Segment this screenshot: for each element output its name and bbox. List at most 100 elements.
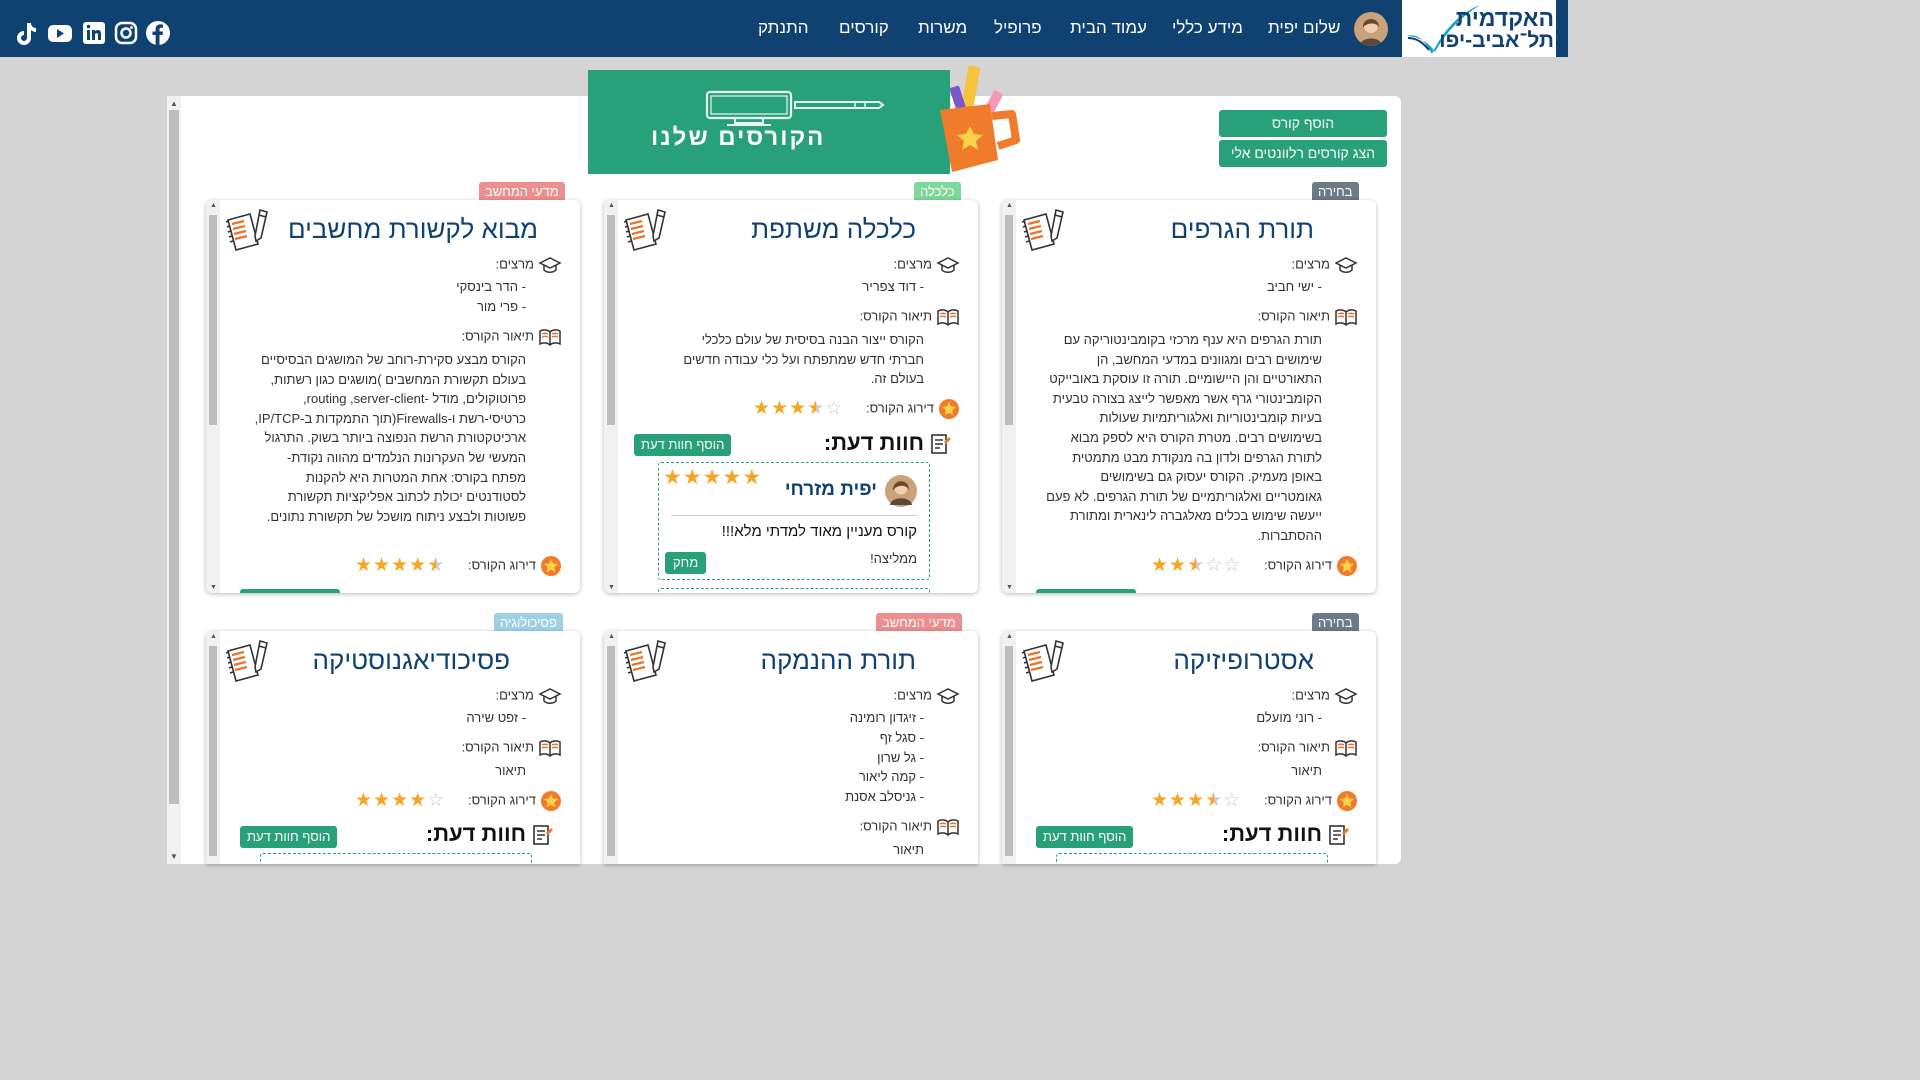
course-title: מבוא לקשורת מחשבים — [288, 214, 538, 244]
card-scrollbar-thumb[interactable] — [607, 646, 615, 856]
add-course-button[interactable]: הוסף קורס — [1219, 110, 1387, 137]
star-icon: ☆ — [427, 790, 446, 811]
lecturers-label: מרצים: — [1291, 256, 1330, 272]
card-scrollbar[interactable]: ▲ — [206, 631, 220, 864]
lecturers-label-row: מרצים: — [1291, 255, 1358, 275]
pencil-cup-icon — [940, 65, 1020, 172]
scroll-up-arrow-icon[interactable]: ▲ — [1006, 633, 1013, 640]
add-opinion-button[interactable]: הוסף חוות דעת — [1036, 826, 1134, 848]
card-scrollbar-thumb[interactable] — [607, 215, 615, 425]
opinion-card — [260, 853, 532, 864]
star-icon: ★ — [1169, 555, 1188, 576]
open-book-icon — [1335, 740, 1357, 758]
scroll-down-arrow-icon[interactable]: ▼ — [608, 584, 615, 591]
nav-home[interactable]: עמוד הבית — [1070, 18, 1147, 38]
card-scrollbar[interactable]: ▲ — [1002, 631, 1016, 864]
tiktok-icon[interactable] — [13, 20, 39, 46]
lecturers-label: מרצים: — [893, 687, 932, 703]
star-icon: ☆ — [1223, 555, 1242, 576]
rating-label: דירוג הקורס: — [866, 400, 934, 416]
instagram-icon[interactable] — [113, 20, 139, 46]
panel-scrollbar[interactable]: ▲ ▼ — [167, 96, 181, 864]
add-opinion-button[interactable]: הוסף חוות דעת — [240, 826, 338, 848]
reviewer-avatar — [885, 475, 917, 507]
star-icon: ★ — [391, 555, 410, 576]
card-scrollbar[interactable]: ▲ ▼ — [604, 200, 618, 593]
course-title: תורת הגרפים — [1170, 214, 1314, 244]
opinions-label: חוות דעת: — [823, 430, 924, 455]
card-scrollbar-thumb[interactable] — [209, 215, 217, 425]
star-icon: ★ — [355, 555, 374, 576]
scroll-down-arrow-icon[interactable]: ▼ — [210, 584, 217, 591]
facebook-icon[interactable] — [145, 20, 171, 46]
lecturers-label: מרצים: — [495, 256, 534, 272]
star-icon: ★ — [355, 790, 374, 811]
graduation-cap-icon — [538, 688, 562, 704]
add-opinion-button-peek[interactable] — [1036, 589, 1136, 593]
course-tag: בחירה — [1312, 613, 1359, 633]
user-avatar[interactable] — [1354, 12, 1388, 46]
courses-banner: הקורסים שלנו — [588, 70, 950, 174]
open-book-icon — [539, 740, 561, 758]
course-tag: מדעי המחשב — [479, 182, 565, 202]
description-label: תיאור הקורס: — [859, 308, 932, 324]
scroll-down-arrow-icon[interactable]: ▼ — [170, 852, 178, 861]
card-scrollbar-thumb[interactable] — [209, 646, 217, 856]
reviewer-name: יפית מזרחי — [784, 479, 877, 500]
nav-courses[interactable]: קורסים — [839, 18, 889, 38]
opinions-heading: חוות דעת: — [1222, 821, 1350, 847]
nav-jobs[interactable]: משרות — [918, 18, 967, 38]
scroll-up-arrow-icon[interactable]: ▲ — [170, 99, 178, 108]
rating-star-badge-icon — [541, 556, 561, 576]
nav-general-info[interactable]: מידע כללי — [1172, 18, 1243, 38]
card-scrollbar[interactable]: ▲ ▼ — [206, 200, 220, 593]
opinion-card — [658, 588, 930, 593]
show-relevant-courses-button[interactable]: הצג קורסים רלוונטים אלי — [1219, 140, 1387, 167]
nav-profile[interactable]: פרופיל — [994, 18, 1042, 38]
course-rating-stars: ★★★☆☆ — [1151, 554, 1241, 577]
scroll-up-arrow-icon[interactable]: ▲ — [608, 633, 615, 640]
star-icon: ★ — [702, 466, 723, 489]
nav-logout[interactable]: התנתק — [758, 18, 809, 38]
lecturer-name: - הדר בינסקי — [456, 279, 526, 294]
delete-opinion-button[interactable]: מחק — [665, 552, 707, 574]
course-card: ▲ אסטרופיזיקה מרצים: - רוני מועלם תיאור … — [1002, 631, 1376, 864]
add-opinion-button-peek[interactable] — [240, 589, 340, 593]
star-icon: ★ — [391, 790, 410, 811]
graduation-cap-icon — [538, 257, 562, 273]
lecturer-name: - ישי חביב — [1266, 279, 1322, 294]
star-icon: ★ — [373, 555, 392, 576]
card-scrollbar[interactable]: ▲ — [604, 631, 618, 864]
rating-star-badge-icon — [1337, 556, 1357, 576]
panel-scrollbar-thumb[interactable] — [169, 110, 179, 804]
scroll-down-arrow-icon[interactable]: ▼ — [1006, 584, 1013, 591]
lecturer-name: - זפט שירה — [466, 710, 526, 725]
add-opinion-button[interactable]: הוסף חוות דעת — [634, 434, 732, 456]
scroll-up-arrow-icon[interactable]: ▲ — [1006, 202, 1013, 209]
scroll-up-arrow-icon[interactable]: ▲ — [210, 202, 217, 209]
course-tag: מדעי המחשב — [876, 613, 962, 633]
card-scrollbar-thumb[interactable] — [1005, 215, 1013, 425]
star-icon: ☆ — [1223, 790, 1242, 811]
scroll-up-arrow-icon[interactable]: ▲ — [210, 633, 217, 640]
scroll-up-arrow-icon[interactable]: ▲ — [608, 202, 615, 209]
greeting-link[interactable]: שלום יפית — [1268, 18, 1340, 38]
notebook-pencil-icon — [623, 639, 666, 682]
linkedin-icon[interactable] — [81, 20, 107, 46]
star-icon: ★ — [1187, 555, 1206, 576]
rating-label-row: דירוג הקורס: — [1264, 555, 1358, 577]
open-book-icon — [1335, 309, 1357, 327]
lecturer-name: - דוד צפריר — [862, 279, 924, 294]
college-logo[interactable]: האקדמית תל־אביב-יפו — [1402, 0, 1568, 57]
card-scrollbar-thumb[interactable] — [1005, 646, 1013, 856]
card-scrollbar[interactable]: ▲ ▼ — [1002, 200, 1016, 593]
rating-star-badge-icon — [939, 399, 959, 419]
notebook-pencil-icon — [1021, 208, 1064, 251]
star-icon: ★ — [1187, 790, 1206, 811]
description-label-row: תיאור הקורס: — [1258, 307, 1358, 327]
opinions-heading: חוות דעת: — [426, 821, 554, 847]
course-card: ▲ פסיכודיאגנוסטיקה מרצים: - זפט שירה תיא… — [206, 631, 580, 864]
youtube-icon[interactable] — [47, 20, 73, 46]
rating-label: דירוג הקורס: — [468, 557, 536, 573]
course-card: ▲ ▼ מבוא לקשורת מחשבים מרצים: - הדר בינסק… — [206, 200, 580, 593]
